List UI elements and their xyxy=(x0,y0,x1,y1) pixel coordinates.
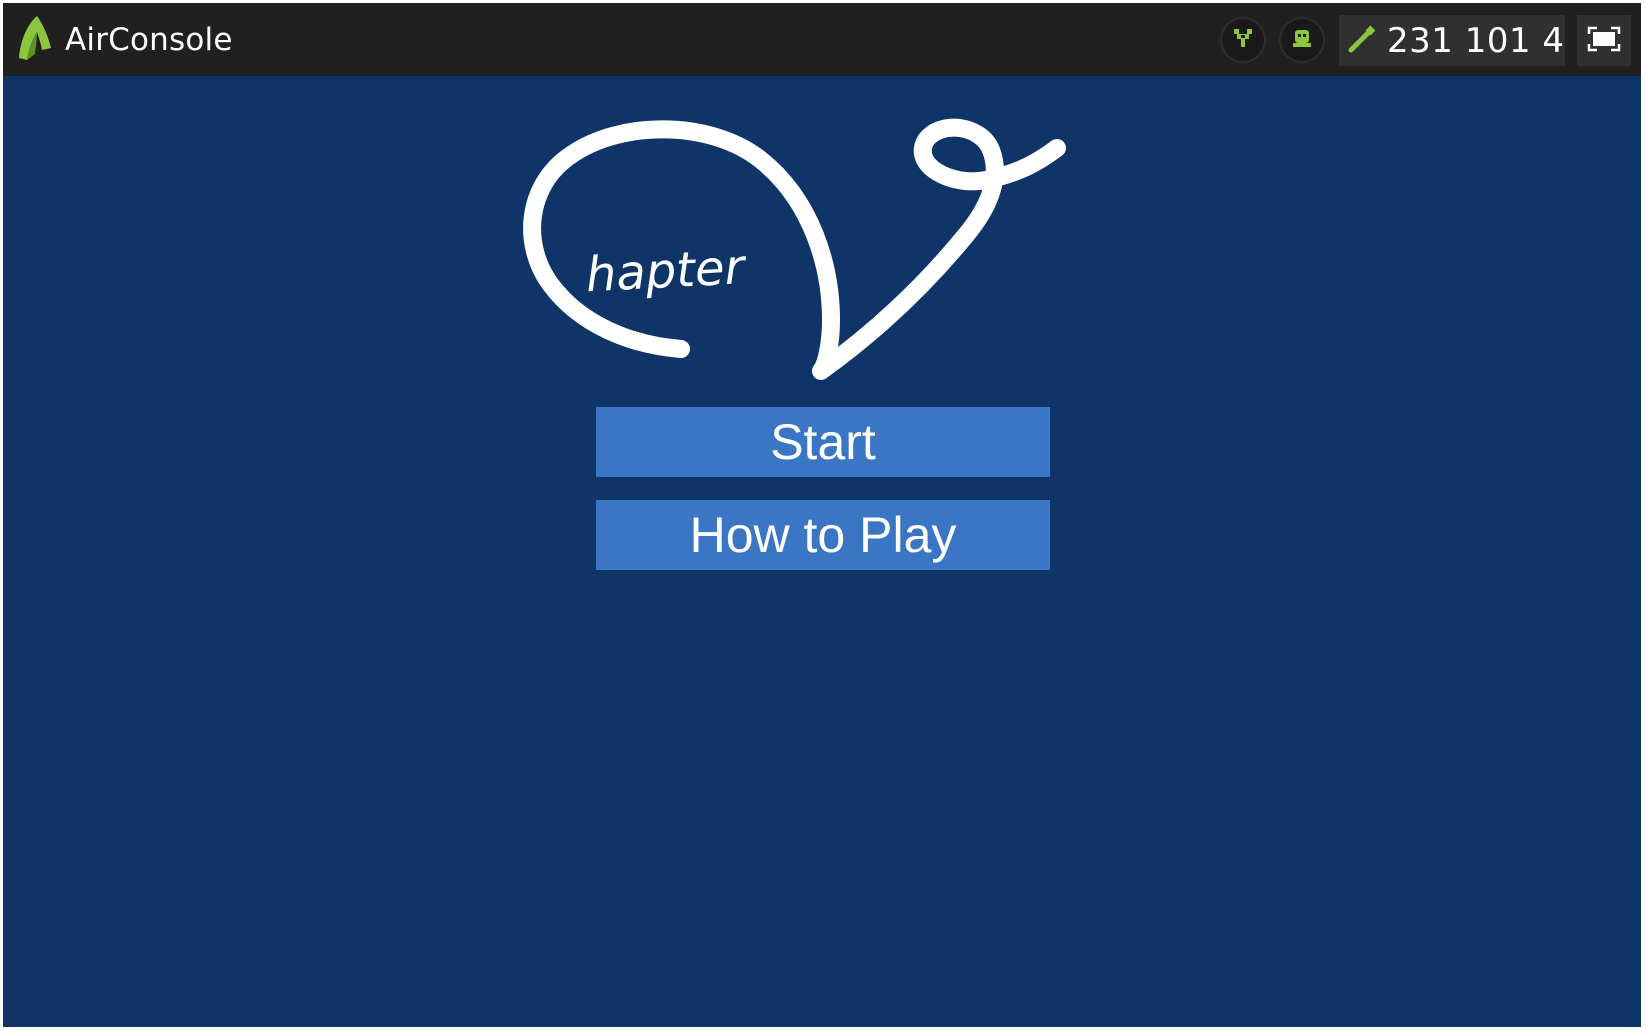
start-button[interactable]: Start xyxy=(596,407,1050,477)
fullscreen-button[interactable] xyxy=(1577,15,1631,66)
brand-name: AirConsole xyxy=(65,22,233,58)
controller-button[interactable] xyxy=(1220,17,1266,63)
airconsole-top-bar: AirConsole 231 101 4 xyxy=(3,3,1641,76)
chapter-game-logo: hapter xyxy=(523,118,1066,380)
airconsole-logo-icon xyxy=(17,14,57,66)
session-code: 231 101 4 xyxy=(1387,20,1565,61)
session-code-box[interactable]: 231 101 4 xyxy=(1339,15,1565,66)
how-to-play-button[interactable]: How to Play xyxy=(596,500,1050,570)
game-screen: AirConsole 231 101 4 hapter Start How to… xyxy=(3,3,1641,1027)
player-icon xyxy=(1290,26,1314,54)
link-icon xyxy=(1347,24,1377,58)
fullscreen-icon xyxy=(1587,26,1621,56)
controller-icon xyxy=(1231,26,1255,54)
logo-text: hapter xyxy=(584,239,748,303)
player-button[interactable] xyxy=(1279,17,1325,63)
airconsole-brand[interactable]: AirConsole xyxy=(17,15,233,65)
